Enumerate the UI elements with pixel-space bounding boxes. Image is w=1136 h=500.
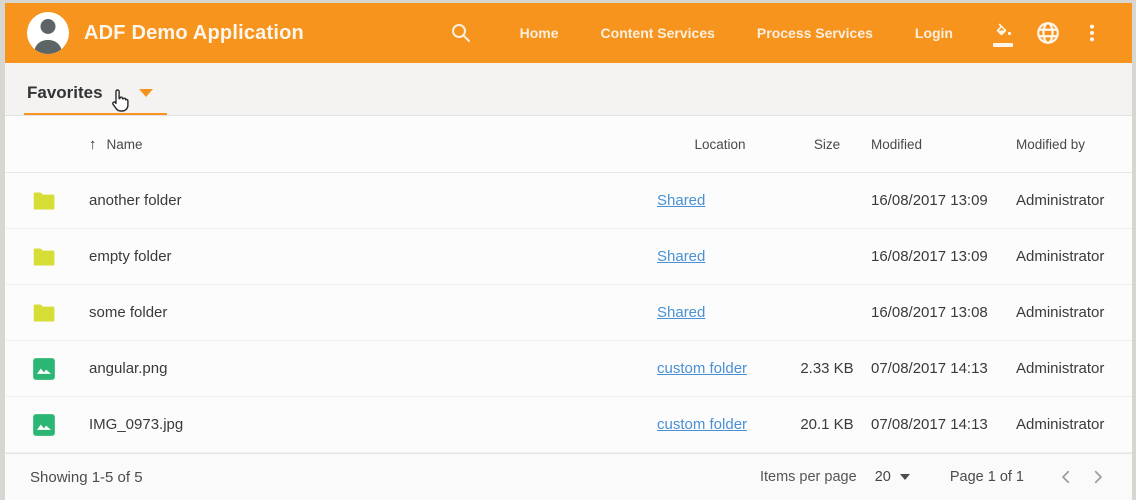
theme-color-bar (993, 43, 1013, 47)
modified-by: Administrator (1016, 360, 1132, 377)
items-per-page: Items per page 20 (760, 469, 910, 485)
table-row[interactable]: empty folder Shared 16/08/2017 13:09 Adm… (5, 229, 1132, 285)
page-indicator: Page 1 of 1 (950, 469, 1024, 485)
modified-date: 16/08/2017 13:08 (871, 304, 1016, 321)
modified-by-column-header[interactable]: Modified by (1016, 137, 1132, 152)
file-name[interactable]: another folder (69, 192, 655, 209)
favorites-label: Favorites (27, 83, 103, 103)
modified-by: Administrator (1016, 192, 1132, 209)
theme-picker-button[interactable] (986, 15, 1022, 51)
globe-icon (1035, 20, 1061, 46)
file-type-cell (5, 244, 69, 270)
modified-column-header[interactable]: Modified (871, 137, 1016, 152)
app-header: ADF Demo Application Home Content Servic… (5, 3, 1132, 63)
chevron-left-icon (1057, 468, 1075, 486)
modified-date: 07/08/2017 14:13 (871, 416, 1016, 433)
location-link[interactable]: custom folder (657, 360, 747, 377)
items-per-page-select[interactable]: 20 (875, 469, 910, 485)
location-link[interactable]: Shared (657, 304, 705, 321)
person-icon (27, 12, 69, 54)
language-button[interactable] (1030, 15, 1066, 51)
file-name[interactable]: IMG_0973.jpg (69, 416, 655, 433)
image-icon (31, 356, 57, 382)
file-type-cell (5, 300, 69, 326)
table-header-row: ↑ Name Location Size Modified Modified b… (5, 116, 1132, 173)
nav-item-home[interactable]: Home (499, 15, 580, 51)
chevron-down-icon (139, 89, 153, 97)
modified-by: Administrator (1016, 248, 1132, 265)
modified-by: Administrator (1016, 304, 1132, 321)
modified-date: 07/08/2017 14:13 (871, 360, 1016, 377)
showing-count: Showing 1-5 of 5 (30, 469, 143, 486)
previous-page-button[interactable] (1050, 461, 1082, 493)
nav-item-content-services[interactable]: Content Services (580, 15, 736, 51)
document-list: ↑ Name Location Size Modified Modified b… (5, 116, 1132, 453)
modified-date: 16/08/2017 13:09 (871, 248, 1016, 265)
adf-demo-app: ADF Demo Application Home Content Servic… (5, 3, 1132, 500)
file-size: 2.33 KB (783, 360, 871, 377)
pager-controls (1050, 461, 1114, 493)
file-type-cell (5, 412, 69, 438)
chevron-right-icon (1089, 468, 1107, 486)
nav-item-login[interactable]: Login (894, 15, 974, 51)
location-link[interactable]: custom folder (657, 416, 747, 433)
file-name[interactable]: some folder (69, 304, 655, 321)
location-column-header[interactable]: Location (655, 137, 783, 152)
pagination-footer: Showing 1-5 of 5 Items per page 20 Page … (5, 453, 1132, 500)
location-link[interactable]: Shared (657, 248, 705, 265)
nav-item-process-services[interactable]: Process Services (736, 15, 894, 51)
modified-by: Administrator (1016, 416, 1132, 433)
folder-icon (31, 300, 57, 326)
main-nav: Home Content Services Process Services L… (499, 15, 974, 51)
header-icon-group (986, 15, 1110, 51)
sort-ascending-icon[interactable]: ↑ (89, 136, 97, 153)
location-link[interactable]: Shared (657, 192, 705, 209)
folder-icon (31, 188, 57, 214)
name-header-label: Name (107, 137, 143, 152)
table-row[interactable]: IMG_0973.jpg custom folder 20.1 KB 07/08… (5, 397, 1132, 453)
vertical-dots-icon (1081, 22, 1103, 44)
table-row[interactable]: some folder Shared 16/08/2017 13:08 Admi… (5, 285, 1132, 341)
file-size: 20.1 KB (783, 416, 871, 433)
user-avatar[interactable] (27, 12, 69, 54)
next-page-button[interactable] (1082, 461, 1114, 493)
search-icon (449, 21, 473, 45)
app-title: ADF Demo Application (84, 22, 304, 45)
items-per-page-label: Items per page (760, 469, 857, 485)
table-row[interactable]: angular.png custom folder 2.33 KB 07/08/… (5, 341, 1132, 397)
name-column-header[interactable]: ↑ Name (69, 136, 655, 153)
paint-bucket-icon (992, 21, 1016, 45)
view-selector-bar: Favorites (5, 63, 1132, 116)
chevron-down-icon (900, 474, 910, 480)
items-per-page-value: 20 (875, 469, 891, 485)
more-menu-button[interactable] (1074, 15, 1110, 51)
favorites-dropdown[interactable]: Favorites (24, 83, 167, 115)
image-icon (31, 412, 57, 438)
folder-icon (31, 244, 57, 270)
file-type-cell (5, 188, 69, 214)
file-name[interactable]: empty folder (69, 248, 655, 265)
table-row[interactable]: another folder Shared 16/08/2017 13:09 A… (5, 173, 1132, 229)
search-button[interactable] (443, 15, 479, 51)
size-column-header[interactable]: Size (783, 137, 871, 152)
file-type-cell (5, 356, 69, 382)
file-name[interactable]: angular.png (69, 360, 655, 377)
modified-date: 16/08/2017 13:09 (871, 192, 1016, 209)
